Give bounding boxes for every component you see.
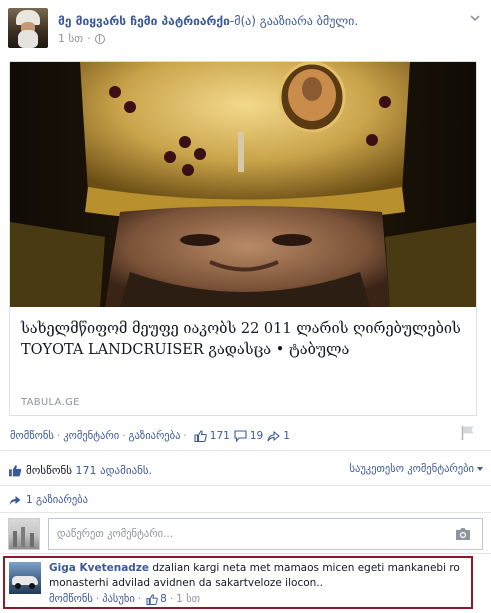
comment-like-count[interactable]: 8 — [160, 593, 167, 605]
shares-count-text[interactable]: 1 გაზიარება — [26, 494, 88, 506]
link-preview-text[interactable]: სახელმწიფომ მეუფე იაკობს 22 011 ლარის ღი… — [10, 307, 476, 415]
post-meta: 1 სთ · — [58, 32, 105, 45]
comment-like-link[interactable]: მომწონს — [49, 593, 93, 605]
camera-icon[interactable] — [455, 527, 471, 541]
likes-summary: მოსწონს 171 ადამიანს. საუკეთესო კომენტარ… — [8, 462, 483, 478]
link-preview-image[interactable] — [10, 62, 476, 307]
post-author-line: მე მიყვარს ჩემი პატრიარქი-მ(ა) გააზიარა … — [58, 14, 358, 28]
like-count[interactable]: 171 — [194, 430, 230, 442]
facebook-post: მე მიყვარს ჩემი პატრიარქი-მ(ა) გააზიარა … — [0, 0, 491, 613]
comment-input[interactable] — [48, 518, 483, 550]
globe-icon — [94, 33, 105, 44]
like-link[interactable]: მომწონს — [10, 430, 54, 442]
post-options-chevron-icon[interactable] — [467, 10, 483, 26]
comment-author[interactable]: Giga Kvetenadze — [49, 562, 149, 574]
shares-summary[interactable]: 1 გაზიარება — [8, 494, 88, 506]
divider — [0, 512, 491, 513]
share-arrow-icon — [9, 496, 21, 505]
link-preview-card[interactable]: სახელმწიფომ მეუფე იაკობს 22 011 ლარის ღი… — [9, 61, 477, 416]
write-comment-box — [8, 518, 483, 550]
share-link[interactable]: გაზიარება — [129, 430, 181, 442]
comment-link[interactable]: კომენტარი — [63, 430, 119, 442]
share-arrow-icon — [267, 430, 281, 442]
comment-reply-link[interactable]: პასუხი — [102, 593, 135, 605]
comment-item: Giga Kvetenadze dzalian kargi neta met m… — [3, 556, 473, 609]
divider — [0, 450, 491, 451]
comment-meta: მომწონს · პასუხი · 8 · 1 სთ — [49, 593, 201, 605]
post-header: მე მიყვარს ჩემი პატრიარქი-მ(ა) გააზიარა … — [8, 8, 483, 50]
likes-people-link[interactable]: 171 ადამიანს. — [75, 464, 152, 477]
share-count[interactable]: 1 — [267, 430, 290, 442]
divider — [0, 553, 491, 554]
comment-bubble-icon — [234, 430, 247, 442]
flag-icon[interactable] — [461, 425, 475, 441]
page-avatar[interactable] — [8, 8, 48, 48]
thumbs-up-icon — [9, 464, 22, 476]
commenter-avatar[interactable] — [9, 562, 41, 594]
comment-timestamp[interactable]: 1 სთ — [176, 593, 200, 605]
thumbs-up-icon — [146, 593, 158, 605]
likes-prefix: მოსწონს — [26, 463, 72, 477]
comment-sort-dropdown[interactable]: საუკეთესო კომენტარები — [350, 463, 483, 475]
post-author-name[interactable]: მე მიყვარს ჩემი პატრიარქი — [58, 14, 230, 28]
post-timestamp[interactable]: 1 სთ — [58, 32, 83, 45]
post-author-suffix: -მ(ა) გააზიარა ბმული. — [229, 14, 359, 28]
divider — [0, 485, 491, 486]
caret-down-icon — [477, 467, 483, 471]
post-action-bar: მომწონს · კომენტარი · გაზიარება · 171 19… — [10, 430, 290, 442]
current-user-avatar — [8, 518, 40, 550]
comment-count[interactable]: 19 — [234, 430, 263, 442]
link-title[interactable]: სახელმწიფომ მეუფე იაკობს 22 011 ლარის ღი… — [21, 319, 467, 361]
comment-body: Giga Kvetenadze dzalian kargi neta met m… — [49, 561, 469, 591]
link-domain: TABULA.GE — [21, 397, 80, 408]
thumbs-up-icon — [194, 430, 207, 442]
